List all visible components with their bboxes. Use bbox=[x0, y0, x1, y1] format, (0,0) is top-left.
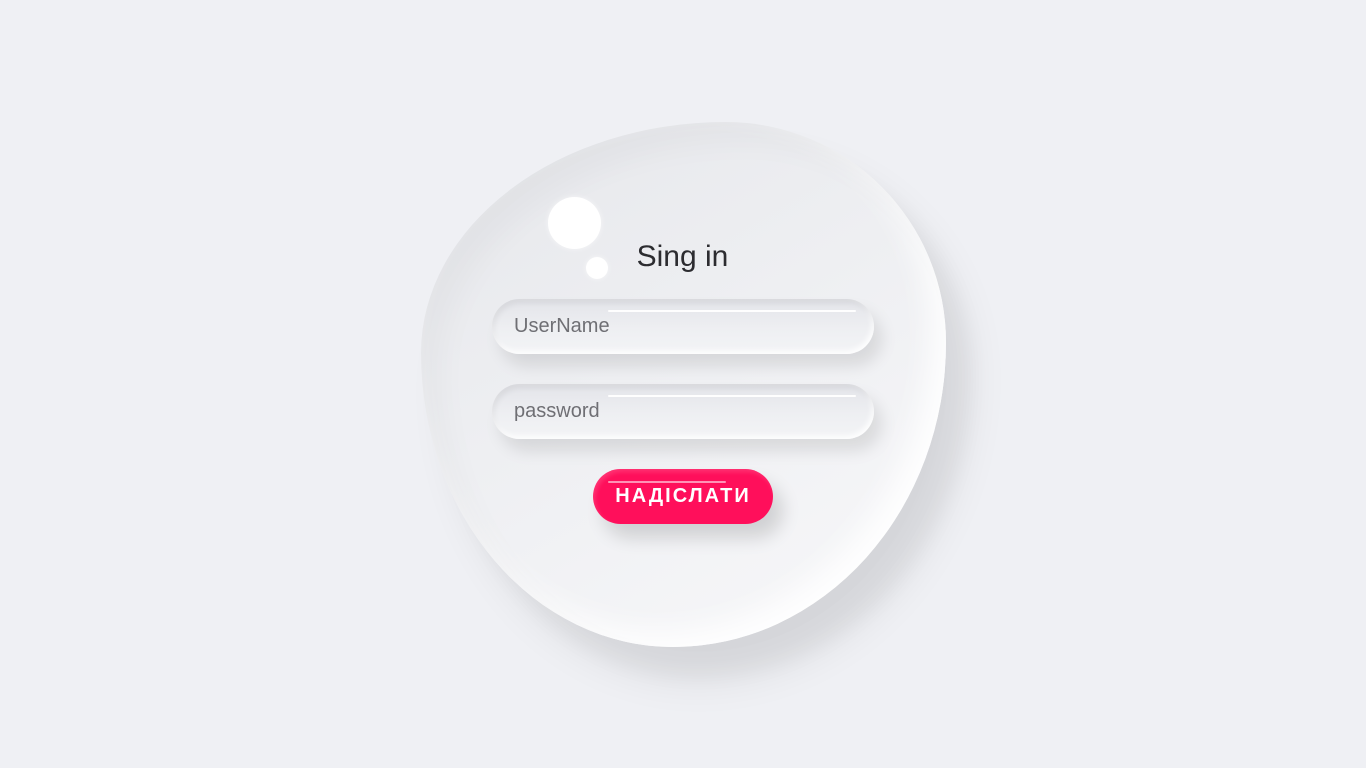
page-title: Sing in bbox=[0, 240, 1366, 274]
page-title-text: Sing in bbox=[636, 240, 729, 273]
username-input[interactable] bbox=[492, 299, 874, 354]
password-field bbox=[492, 384, 874, 439]
login-page: Sing in НАДІСЛАТИ bbox=[0, 0, 1366, 768]
submit-button[interactable]: НАДІСЛАТИ bbox=[593, 469, 773, 524]
username-field bbox=[492, 299, 874, 354]
password-input[interactable] bbox=[492, 384, 874, 439]
